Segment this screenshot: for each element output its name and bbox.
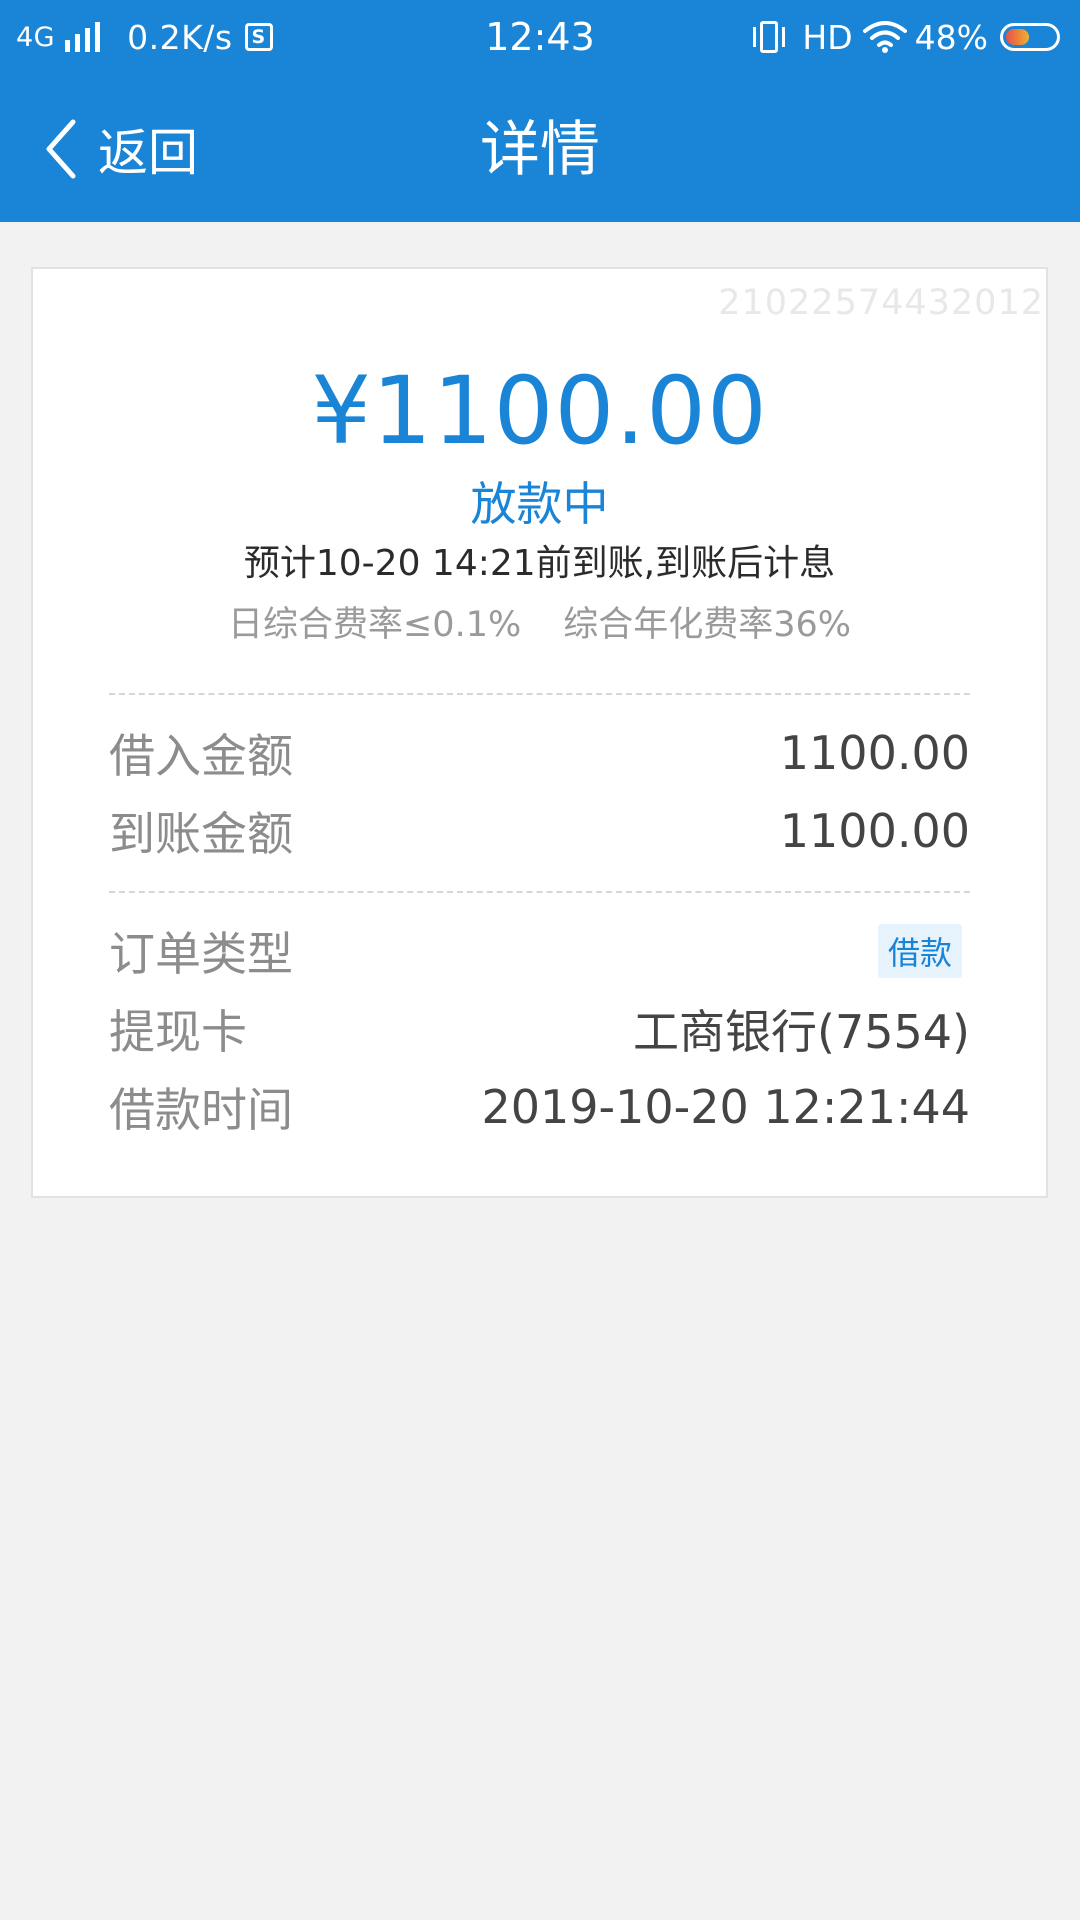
battery-percent: 48% xyxy=(914,17,988,57)
divider xyxy=(109,693,970,695)
row-order-type: 订单类型 借款 xyxy=(109,921,970,981)
battery-fill xyxy=(1006,29,1030,45)
status-bar: 4G 0.2K/s S 12:43 HD 48% xyxy=(0,0,1080,76)
daily-rate: 日综合费率≤0.1% xyxy=(227,605,522,645)
annual-rate: 综合年化费率36% xyxy=(563,605,852,645)
order-number: 21022574432012 xyxy=(718,283,1044,323)
wifi-icon xyxy=(862,21,907,53)
loan-amount: ¥1100.00 xyxy=(311,357,768,466)
nav-bar: 返回 详情 xyxy=(0,76,1080,222)
loan-status: 放款中 xyxy=(470,477,609,531)
borrowed-amount-value: 1100.00 xyxy=(779,726,970,780)
withdraw-card-value: 工商银行(7554) xyxy=(633,1005,970,1059)
loan-time-label: 借款时间 xyxy=(109,1083,293,1137)
arrival-note: 预计10-20 14:21前到账,到账后计息 xyxy=(243,543,836,584)
row-loan-time: 借款时间 2019-10-20 12:21:44 xyxy=(109,1077,970,1137)
order-type-label: 订单类型 xyxy=(109,927,293,981)
vibrate-icon xyxy=(752,20,786,54)
hd-indicator: HD xyxy=(802,17,853,57)
detail-card: 21022574432012 ¥1100.00 放款中 预计10-20 14:2… xyxy=(31,267,1048,1198)
row-borrowed-amount: 借入金额 1100.00 xyxy=(109,723,970,783)
received-amount-value: 1100.00 xyxy=(779,804,970,858)
withdraw-card-label: 提现卡 xyxy=(109,1005,247,1059)
row-withdraw-card: 提现卡 工商银行(7554) xyxy=(109,999,970,1059)
borrowed-amount-label: 借入金额 xyxy=(109,729,293,783)
divider xyxy=(109,891,970,893)
received-amount-label: 到账金额 xyxy=(109,807,293,861)
row-received-amount: 到账金额 1100.00 xyxy=(109,801,970,861)
page-title: 详情 xyxy=(480,115,600,185)
order-type-badge: 借款 xyxy=(877,924,962,978)
status-bar-right: HD 48% xyxy=(752,14,1060,60)
battery-icon xyxy=(1000,23,1060,51)
loan-time-value: 2019-10-20 12:21:44 xyxy=(481,1080,970,1134)
rate-info: 日综合费率≤0.1% 综合年化费率36% xyxy=(33,602,1046,648)
